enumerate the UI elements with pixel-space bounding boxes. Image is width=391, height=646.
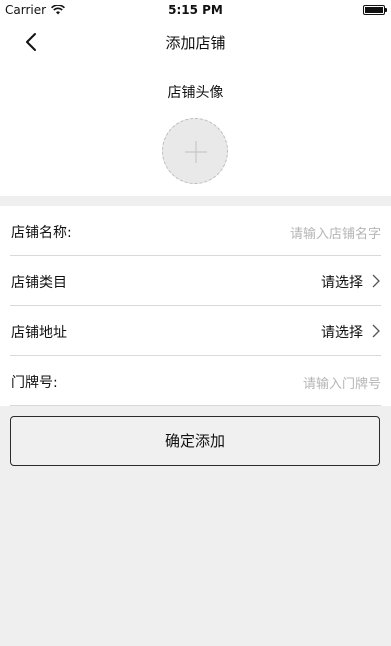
divider	[10, 405, 381, 406]
store-name-input[interactable]: 请输入店铺名字	[290, 223, 381, 242]
nav-bar: 添加店铺	[0, 20, 391, 64]
store-category-row[interactable]: 店铺类目 请选择	[0, 256, 391, 306]
chevron-right-icon	[372, 324, 380, 338]
avatar-upload-button[interactable]	[162, 118, 228, 184]
store-address-select[interactable]: 请选择	[321, 322, 363, 342]
house-number-label: 门牌号:	[11, 375, 58, 391]
store-address-row[interactable]: 店铺地址 请选择	[0, 306, 391, 356]
page-title: 添加店铺	[165, 34, 226, 52]
avatar-label: 店铺头像	[167, 85, 224, 101]
house-number-row[interactable]: 门牌号: 请输入门牌号	[0, 356, 391, 406]
store-name-row[interactable]: 店铺名称: 请输入店铺名字	[0, 206, 391, 256]
store-form: 店铺名称: 请输入店铺名字 店铺类目 请选择 店铺地址 请选择 门牌号: 请输入…	[0, 206, 391, 406]
confirm-add-button[interactable]: 确定添加	[10, 416, 380, 466]
store-name-label: 店铺名称:	[11, 225, 72, 241]
store-address-label: 店铺地址	[11, 325, 67, 341]
avatar-section: 店铺头像	[0, 64, 391, 196]
house-number-input[interactable]: 请输入门牌号	[303, 373, 381, 392]
status-bar: Carrier 5:15 PM	[0, 0, 391, 20]
chevron-right-icon	[372, 274, 380, 288]
store-category-select[interactable]: 请选择	[321, 272, 363, 292]
plus-icon	[185, 141, 207, 163]
battery-icon	[363, 5, 387, 15]
status-time: 5:15 PM	[168, 3, 223, 17]
store-category-label: 店铺类目	[11, 275, 67, 291]
